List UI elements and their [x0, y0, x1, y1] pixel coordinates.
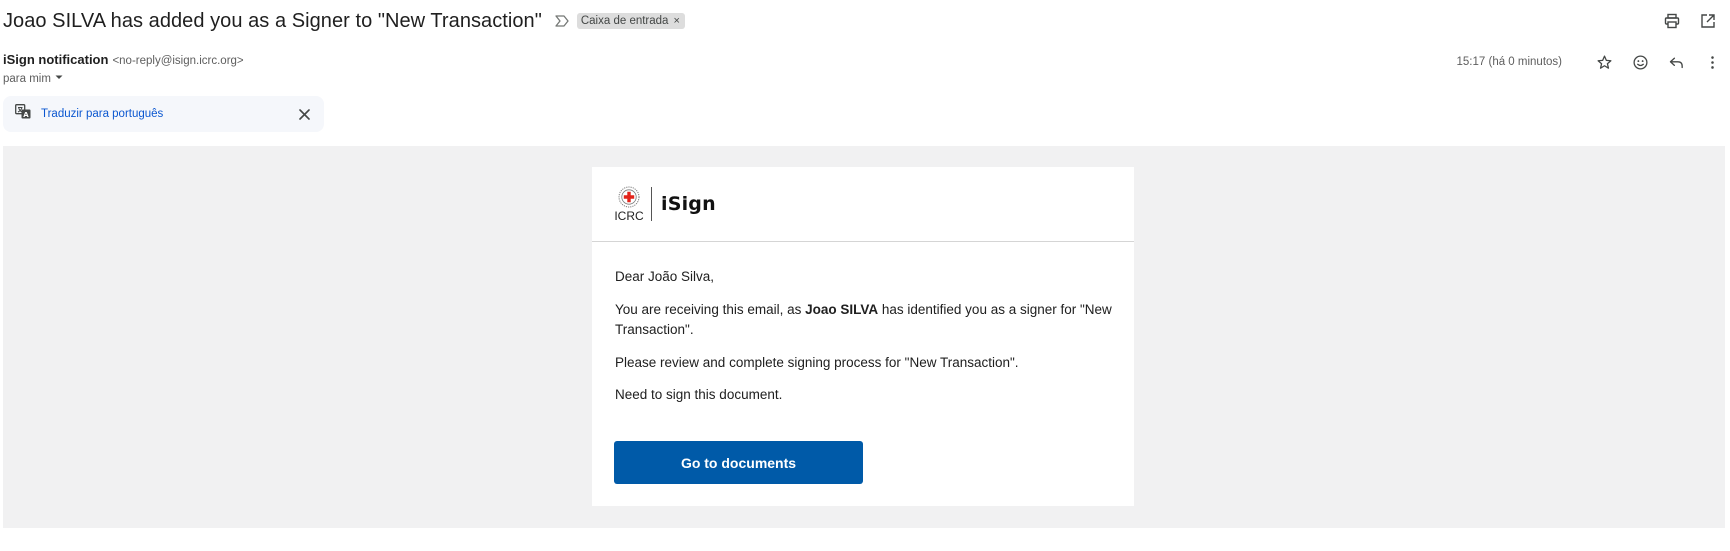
para1-start: You are receiving this email, as: [615, 301, 806, 317]
body-paragraph-3: Need to sign this document.: [615, 387, 783, 402]
logo-divider: [651, 187, 652, 221]
chevron-down-icon: [54, 72, 64, 85]
timestamp: 15:17 (há 0 minutos): [1456, 56, 1562, 68]
top-actions: [1662, 11, 1718, 31]
message-actions: 15:17 (há 0 minutos): [1457, 52, 1722, 72]
red-cross-emblem-icon: [618, 186, 640, 207]
recipients-toggle[interactable]: para mim: [3, 72, 64, 85]
more-vert-icon[interactable]: [1702, 52, 1722, 72]
translate-icon: A: [15, 104, 31, 124]
sender-email: <no-reply@isign.icrc.org>: [112, 55, 244, 67]
label-text: Caixa de entrada: [580, 15, 669, 27]
open-in-new-window-icon[interactable]: [1698, 11, 1718, 31]
remove-label-button[interactable]: ×: [673, 15, 679, 27]
card-header: ICRC iSign: [592, 167, 1134, 242]
star-icon[interactable]: [1594, 52, 1614, 72]
logo-text: ICRC: [614, 208, 644, 223]
svg-text:A: A: [23, 111, 29, 119]
body-paragraph-1: You are receiving this email, as Joao SI…: [615, 300, 1112, 341]
email-subject: Joao SILVA has added you as a Signer to …: [3, 9, 542, 32]
translate-link[interactable]: Traduzir para português: [41, 108, 163, 120]
body-paragraph-2: Please review and complete signing proce…: [615, 354, 1019, 370]
product-name: iSign: [661, 193, 716, 215]
sender-name[interactable]: iSign notification: [3, 52, 108, 67]
subject-row: Joao SILVA has added you as a Signer to …: [3, 6, 685, 36]
emoji-icon[interactable]: [1630, 52, 1650, 72]
message-body: Dear João Silva, You are receiving this …: [592, 242, 1134, 406]
inbox-label-chip: Caixa de entrada ×: [576, 13, 685, 29]
greeting: Dear João Silva,: [615, 269, 715, 284]
recipients-text: para mim: [3, 72, 51, 85]
inviter-name: Joao SILVA: [805, 301, 879, 317]
translate-bar: A Traduzir para português: [3, 96, 324, 132]
important-marker-icon[interactable]: [554, 13, 570, 29]
sender-row: iSign notification <no-reply@isign.icrc.…: [3, 52, 244, 67]
print-icon[interactable]: [1662, 11, 1682, 31]
icrc-logo: ICRC: [613, 186, 645, 223]
message-card: ICRC iSign Dear João Silva, You are rece…: [592, 167, 1134, 506]
reply-icon[interactable]: [1666, 52, 1686, 72]
email-body-canvas: ICRC iSign Dear João Silva, You are rece…: [3, 146, 1725, 528]
go-to-documents-button[interactable]: Go to documents: [614, 441, 863, 484]
close-icon[interactable]: [296, 106, 312, 122]
